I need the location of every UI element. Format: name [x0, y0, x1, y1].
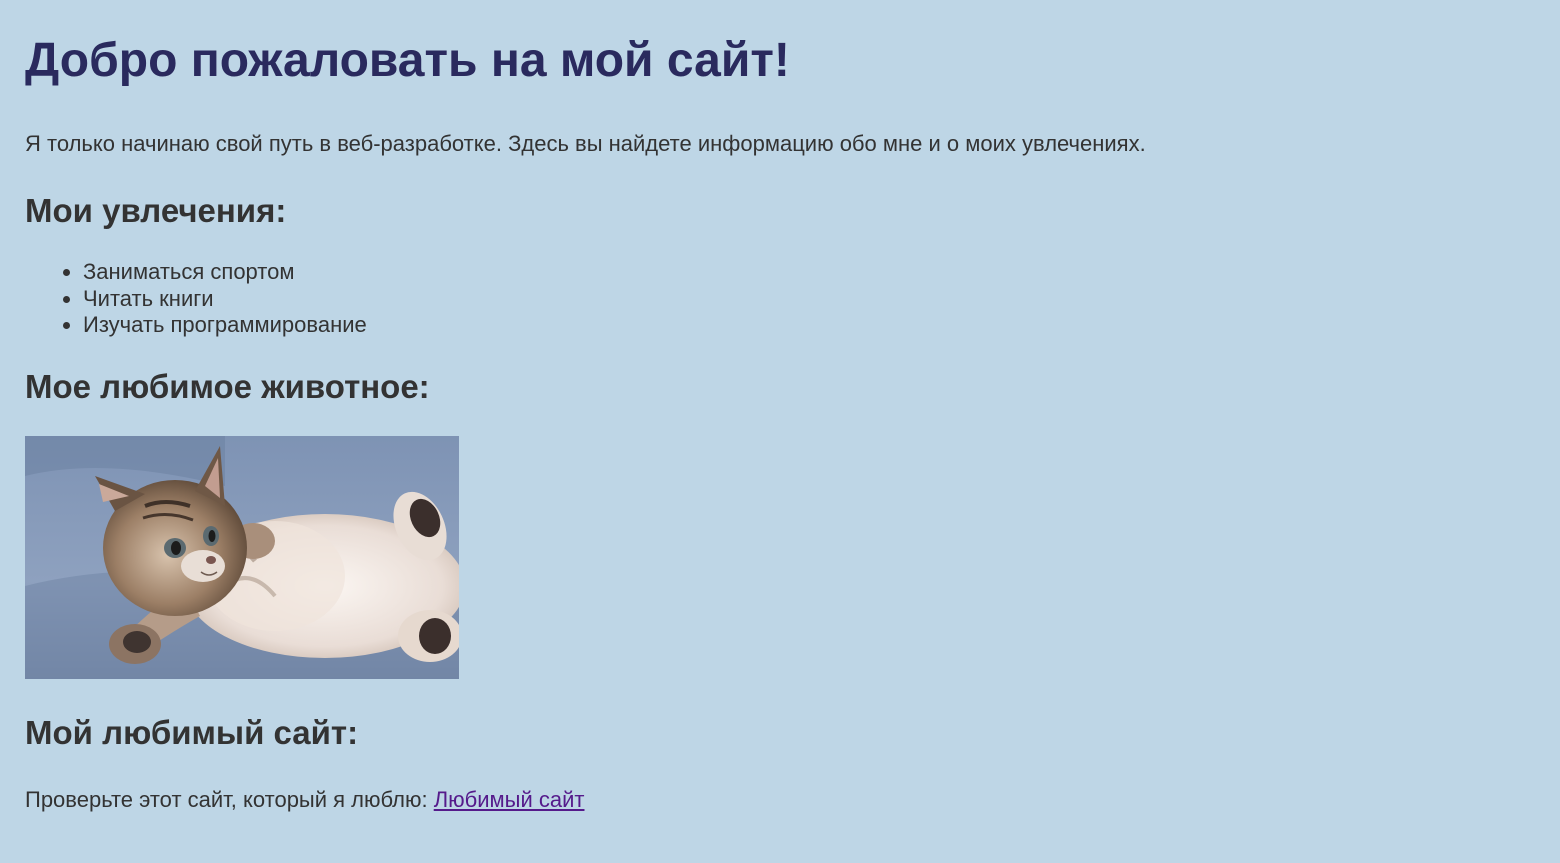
favorite-site-paragraph: Проверьте этот сайт, который я люблю: Лю… — [25, 787, 584, 813]
favorite-site-heading: Мой любимый сайт: — [25, 714, 359, 751]
hobbies-heading: Мои увлечения: — [25, 192, 287, 229]
hobbies-list: Заниматься спортом Читать книги Изучать … — [25, 259, 367, 339]
list-item: Изучать программирование — [83, 312, 367, 339]
kitten-photo — [25, 436, 459, 679]
list-item: Заниматься спортом — [83, 259, 367, 286]
list-item: Читать книги — [83, 286, 367, 313]
intro-paragraph: Я только начинаю свой путь в веб-разрабо… — [25, 131, 1146, 156]
page-title: Добро пожаловать на мой сайт! — [25, 34, 790, 87]
favorite-site-text: Проверьте этот сайт, который я люблю: — [25, 787, 428, 812]
favorite-site-link[interactable]: Любимый сайт — [434, 787, 585, 812]
favorite-animal-heading: Мое любимое животное: — [25, 368, 430, 405]
